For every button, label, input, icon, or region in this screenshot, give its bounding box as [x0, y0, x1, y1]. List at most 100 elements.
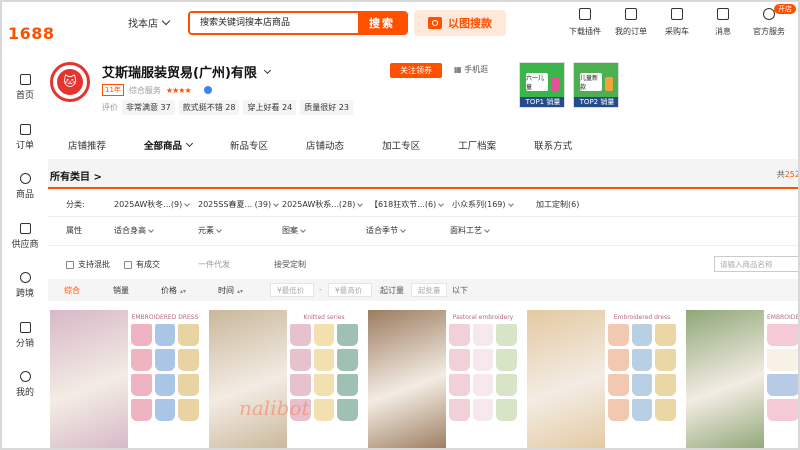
sort-comprehensive[interactable]: 综合 — [64, 285, 80, 296]
sidebar-item-cross-border[interactable]: 跨境 — [2, 260, 48, 310]
tab-processing[interactable]: 加工专区 — [382, 138, 420, 152]
message-icon — [717, 8, 729, 20]
chevron-down-icon — [300, 226, 306, 233]
mobile-browse-link[interactable]: ▦ 手机逛 — [454, 64, 488, 75]
sidebar-item-distribution[interactable]: 分销 — [2, 310, 48, 360]
site-logo[interactable]: 1688 — [8, 24, 55, 43]
plugin-button[interactable]: 下载插件 — [562, 8, 608, 37]
attribute-option[interactable]: 元素 — [198, 225, 282, 236]
sidebar-item-label: 首页 — [15, 91, 34, 101]
sidebar-item-products[interactable]: 商品 — [2, 161, 48, 211]
sort-sales[interactable]: 销量 — [113, 285, 129, 296]
product-grid: EMBROIDERED DRESS Knitted series nalibot… — [50, 310, 798, 448]
find-store-label: 找本店 — [128, 19, 158, 30]
product-collage: EMBROIDERED DRESS — [128, 310, 202, 448]
attribute-filter-row: 属性 适合身高 元素 图案 适合季节 面料工艺 — [66, 225, 490, 236]
tab-recommend[interactable]: 店铺推荐 — [68, 138, 106, 152]
shop-name[interactable]: 艾斯瑞服装贸易(广州)有限 — [102, 62, 271, 81]
collage-caption: Pastoral embroidery — [452, 314, 514, 321]
sidebar-item-label: 订单 — [15, 140, 34, 151]
sidebar-item-orders[interactable]: 订单 — [2, 112, 48, 162]
product-card[interactable]: Pastoral embroidery — [368, 310, 520, 448]
max-price-input[interactable]: ¥最高价 — [328, 283, 372, 297]
follow-coupon-button[interactable]: 关注领券 — [390, 63, 442, 78]
category-option[interactable]: 2025AW秋冬...(9) — [114, 199, 198, 210]
sidebar-item-label: 分销 — [15, 338, 34, 349]
category-option[interactable]: 2025SS春夏... (39) — [198, 199, 282, 210]
official-service-button[interactable]: 官方服务 开店 — [746, 4, 796, 37]
has-deal-checkbox[interactable] — [124, 260, 132, 269]
cart-button[interactable]: 采购车 — [654, 8, 700, 37]
category-option[interactable]: 【618狂欢节...(6) — [370, 199, 452, 210]
tab-contact[interactable]: 联系方式 — [534, 138, 572, 152]
category-option[interactable]: 小众系列(169) — [452, 199, 536, 210]
dress-swatches — [608, 324, 676, 421]
product-card[interactable]: EMBROIDERED — [686, 310, 798, 448]
sort-price[interactable]: 价格 ▴▾ — [161, 285, 186, 296]
promo-badge: TOP1 销量 — [520, 97, 564, 107]
image-search-button[interactable]: 以图搜款 — [414, 10, 506, 36]
attribute-option[interactable]: 图案 — [282, 225, 366, 236]
search-input[interactable] — [190, 13, 358, 33]
tab-factory[interactable]: 工厂档案 — [458, 138, 496, 152]
camera-icon — [428, 17, 442, 29]
attribute-option[interactable]: 适合季节 — [366, 225, 450, 236]
rating-tag: 穿上好看 24 — [243, 100, 297, 115]
total-count: 共252 — [776, 170, 800, 179]
mixed-batch-checkbox[interactable] — [66, 260, 74, 269]
product-card[interactable]: EMBROIDERED DRESS — [50, 310, 202, 448]
collage-caption: EMBROIDERED DRESS — [131, 314, 199, 321]
divider — [48, 245, 798, 246]
shop-avatar[interactable]: 🐱 — [50, 62, 90, 102]
sort-time[interactable]: 时间 ▴▾ — [218, 285, 243, 296]
plugin-icon — [579, 8, 591, 20]
category-option[interactable]: 2025AW秋系...(28) — [282, 199, 370, 210]
sidebar-item-label: 商品 — [15, 190, 34, 200]
sidebar-item-label: 供应商 — [11, 239, 39, 250]
divider — [48, 216, 798, 217]
dropship-option[interactable]: 一件代发 — [198, 259, 230, 270]
min-price-input[interactable]: ¥最低价 — [270, 283, 314, 297]
search-button[interactable]: 搜索 — [358, 13, 406, 33]
custom-option[interactable]: 接受定制 — [274, 259, 306, 270]
chevron-down-icon — [216, 226, 222, 233]
attribute-option[interactable]: 面料工艺 — [450, 225, 490, 236]
rating-tag: 质量很好 23 — [300, 100, 353, 115]
tab-shop-news[interactable]: 店铺动态 — [306, 138, 344, 152]
category-option[interactable]: 加工定制(6) — [536, 199, 579, 210]
product-card[interactable]: Embroidered dress — [527, 310, 679, 448]
promo-banner-2[interactable]: 儿童新款 TOP2 销量 — [573, 62, 619, 108]
product-photo — [527, 310, 605, 448]
plugin-label: 下载插件 — [569, 27, 601, 36]
chevron-down-icon — [148, 226, 154, 233]
sidebar-item-mine[interactable]: 我的 — [2, 359, 48, 409]
moq-input[interactable]: 起批量 — [411, 283, 447, 297]
product-card[interactable]: Knitted series nalibot — [209, 310, 361, 448]
distribution-icon — [19, 321, 31, 333]
sidebar-item-suppliers[interactable]: 供应商 — [2, 211, 48, 261]
dress-swatches — [767, 324, 798, 421]
sidebar-item-label: 跨境 — [15, 289, 34, 299]
promo-text: 儿童新款 — [580, 73, 602, 91]
has-deal-label: 有成交 — [136, 260, 160, 269]
find-store-dropdown[interactable]: 找本店 — [128, 15, 171, 30]
my-orders-button[interactable]: 我的订单 — [608, 8, 654, 37]
top-bar: 1688 找本店 搜索 以图搜款 下载插件 我的订单 采购车 — [2, 2, 798, 52]
messages-label: 消息 — [715, 27, 731, 36]
promo-banner-1[interactable]: 六一儿童 TOP1 销量 — [519, 62, 565, 108]
moq-label: 起订量 — [380, 286, 404, 295]
search-box: 搜索 — [188, 11, 408, 35]
messages-button[interactable]: 消息 — [700, 8, 746, 37]
promo-decoration-icon — [605, 77, 613, 91]
tab-new-products[interactable]: 新品专区 — [230, 138, 268, 152]
product-name-search-input[interactable]: 请输入商品名称 — [714, 256, 798, 272]
collage-caption: Embroidered dress — [613, 314, 671, 321]
sidebar-item-home[interactable]: 首页 — [2, 62, 48, 112]
attribute-option[interactable]: 适合身高 — [114, 225, 198, 236]
all-categories-link[interactable]: 所有类目 > — [50, 168, 102, 183]
rating-tags: 评价 非常满意 37 款式挺不错 28 穿上好看 24 质量很好 23 — [102, 100, 353, 115]
price-dash: - — [319, 285, 322, 294]
chevron-down-icon — [184, 200, 191, 207]
open-store-badge[interactable]: 开店 — [774, 4, 796, 14]
tab-all-products[interactable]: 全部商品 — [144, 138, 194, 152]
